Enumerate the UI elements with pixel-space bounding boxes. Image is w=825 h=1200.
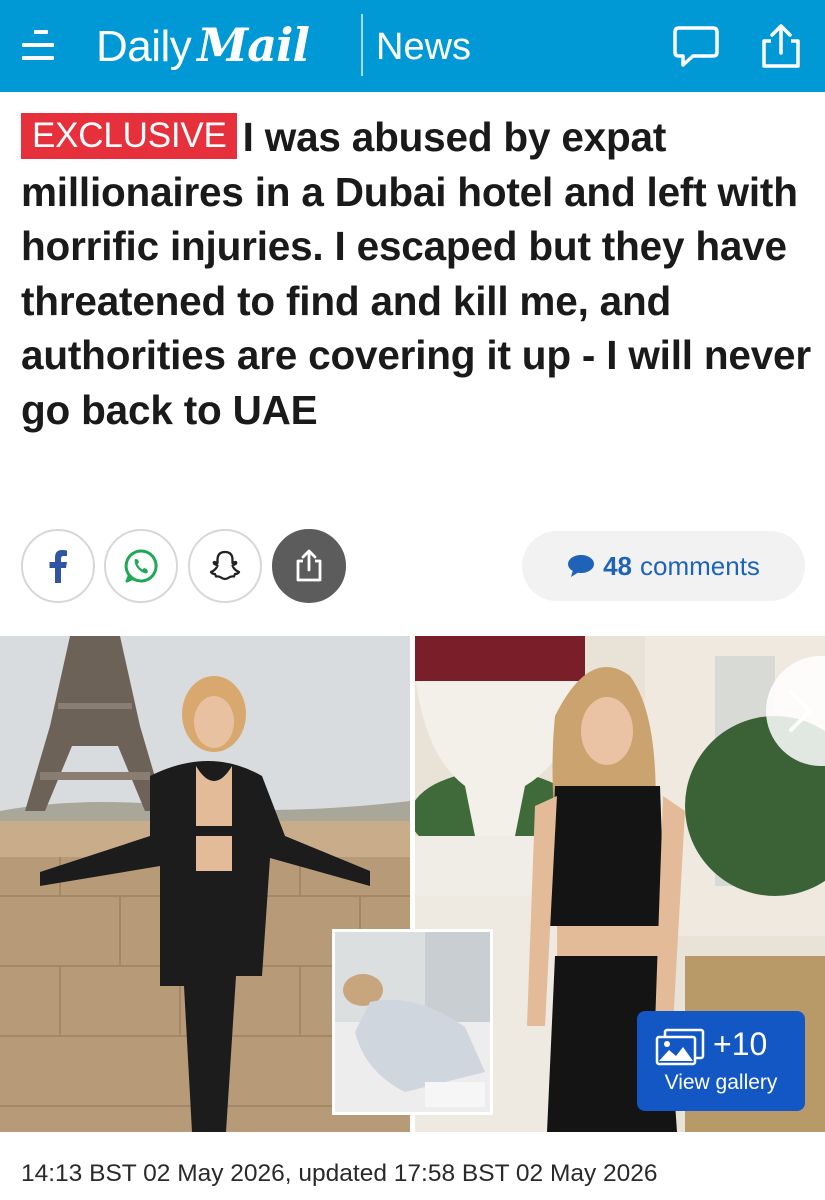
share-more-button[interactable] xyxy=(272,529,346,603)
facebook-share-button[interactable] xyxy=(21,529,95,603)
snapchat-icon xyxy=(209,550,241,581)
gallery-count: +10 xyxy=(713,1026,768,1062)
logo-daily-text: Daily xyxy=(96,22,192,71)
daily-mail-logo[interactable]: Daily Mail xyxy=(96,18,310,74)
article-headline: EXCLUSIVE I was abused by expat millionai… xyxy=(21,110,811,437)
share-upload-icon[interactable] xyxy=(756,24,806,70)
snapchat-share-button[interactable] xyxy=(188,529,262,603)
headline-text: I was abused by expat millionaires in a … xyxy=(21,114,811,433)
whatsapp-share-button[interactable] xyxy=(104,529,178,603)
share-upload-icon xyxy=(296,549,322,582)
hospital-bed-inset-photo[interactable] xyxy=(332,929,493,1115)
speech-bubble-icon xyxy=(568,555,595,577)
gallery-label: View gallery xyxy=(664,1071,778,1094)
comments-button[interactable]: 48 comments xyxy=(522,531,805,601)
whatsapp-icon xyxy=(124,549,158,583)
top-navigation-bar: Daily Mail News xyxy=(0,0,825,92)
section-label[interactable]: News xyxy=(376,26,471,69)
view-gallery-button[interactable]: +10 View gallery xyxy=(637,1011,805,1111)
comments-label: comments xyxy=(640,550,760,581)
header-divider xyxy=(361,14,363,76)
comments-count: 48 xyxy=(603,550,632,581)
article-image-area: +10 View gallery xyxy=(0,636,825,1132)
article-timestamp: 14:13 BST 02 May 2026, updated 17:58 BST… xyxy=(21,1160,658,1187)
facebook-icon xyxy=(49,550,67,583)
chevron-right-icon xyxy=(789,690,812,732)
logo-mail-text: Mail xyxy=(197,18,310,72)
hamburger-menu-icon[interactable] xyxy=(18,24,60,66)
exclusive-badge: EXCLUSIVE xyxy=(21,113,237,159)
photo-stack-icon xyxy=(655,1028,705,1066)
speech-bubble-icon[interactable] xyxy=(671,24,721,70)
